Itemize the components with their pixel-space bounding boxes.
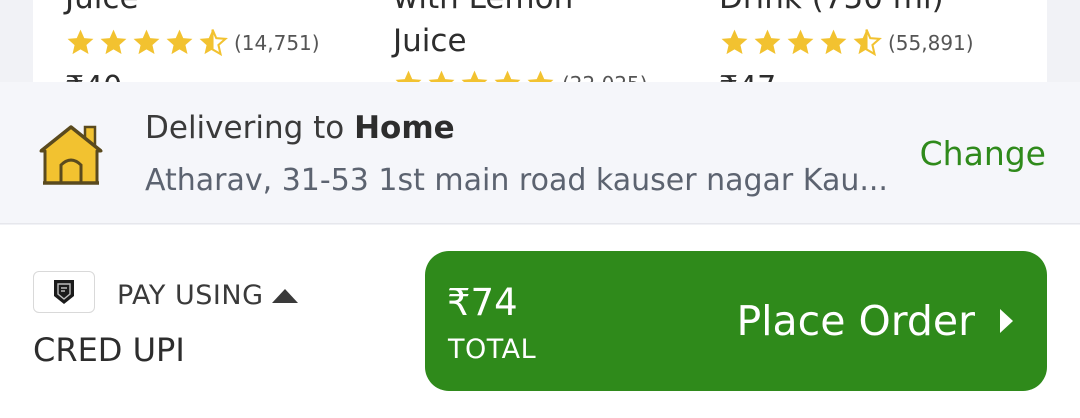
caret-up-icon: [271, 288, 298, 303]
star-icon: [721, 29, 748, 55]
delivering-to-heading: Delivering to Home: [145, 110, 455, 146]
cred-logo: [33, 271, 95, 313]
change-address-button[interactable]: Change: [920, 134, 1046, 173]
half-star-icon: [853, 29, 882, 57]
star-icon: [133, 29, 160, 55]
star-icon: [100, 29, 127, 55]
delivering-to-prefix: Delivering to: [145, 110, 355, 146]
product-name: Juice: [65, 0, 139, 18]
house-icon: [39, 125, 103, 185]
chevron-right-icon: [1000, 309, 1013, 333]
rating-count: (55,891): [888, 30, 974, 55]
star-icon: [820, 29, 847, 55]
star-icon: [754, 29, 781, 55]
checkout-footer: PAY USING CRED UPI ₹74 TOTAL Place Order: [0, 225, 1080, 418]
cred-shield-icon: [54, 280, 74, 304]
star-icon: [166, 29, 193, 55]
product-rating: (55,891): [719, 27, 974, 58]
place-order-button[interactable]: ₹74 TOTAL Place Order: [425, 251, 1047, 391]
product-name: with Lemon: [393, 0, 573, 18]
payment-method: CRED UPI: [33, 331, 185, 369]
star-icon: [787, 29, 814, 55]
product-rating: (14,751): [65, 27, 320, 58]
order-total-label: TOTAL: [448, 334, 537, 365]
order-total: ₹74: [447, 281, 518, 324]
product-name: Juice: [393, 23, 467, 59]
rating-count: (14,751): [234, 30, 320, 55]
product-name: Drink (750 ml): [719, 0, 944, 18]
delivery-address-bar: Delivering to Home Atharav, 31-53 1st ma…: [0, 82, 1080, 224]
delivery-place: Home: [354, 110, 455, 146]
half-star-icon: [199, 29, 228, 57]
star-icon: [67, 29, 94, 55]
pay-using-toggle[interactable]: PAY USING: [117, 280, 298, 311]
place-order-label: Place Order: [736, 297, 975, 345]
delivery-address: Atharav, 31-53 1st main road kauser naga…: [145, 163, 888, 198]
pay-using-label: PAY USING: [117, 280, 264, 311]
